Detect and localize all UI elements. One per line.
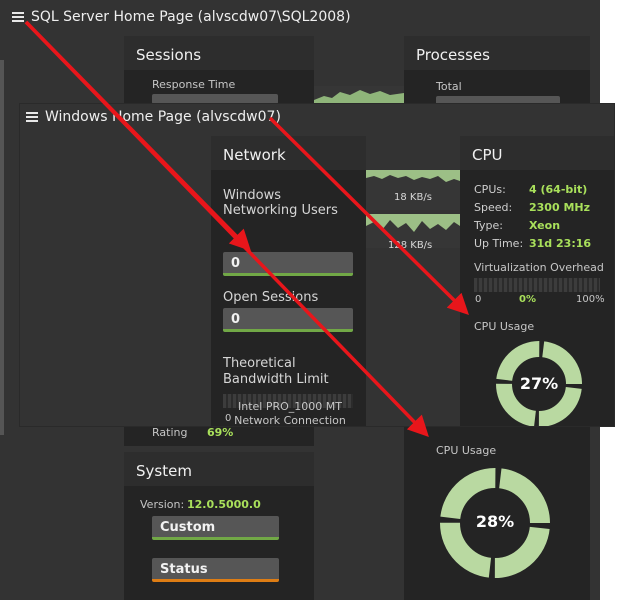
processes-title: Processes [404, 36, 590, 70]
open-sessions-value: 0 [231, 312, 241, 327]
response-time-bar [152, 94, 278, 104]
open-sessions-bar[interactable]: 0 [223, 308, 353, 332]
network-title: Network [211, 136, 366, 170]
networking-users-label: Windows Networking Users [223, 188, 338, 218]
uptime-value: 31d 23:16 [529, 237, 592, 250]
speed-label: Speed: [474, 201, 513, 214]
open-sessions-label: Open Sessions [223, 290, 319, 305]
windows-window-title-bar: Windows Home Page (alvscdw07) [26, 109, 281, 125]
custom-button-label: Custom [160, 520, 216, 535]
sql-window-title: SQL Server Home Page (alvscdw07\SQL2008) [31, 9, 351, 25]
cpu-type-row: Type: Xeon [474, 219, 560, 232]
processes-total-label: Total [436, 80, 462, 93]
type-value: Xeon [529, 219, 561, 232]
network-tile[interactable]: Network Windows Networking Users 0 Open … [211, 136, 366, 426]
virtualization-overhead-label: Virtualization Overhead [474, 261, 604, 274]
rating-value: 69% [207, 426, 234, 439]
left-edge-strip [0, 60, 4, 435]
virtualization-value: 0% [519, 294, 536, 305]
version-label: Version: [140, 498, 185, 511]
cpu-speed-row: Speed: 2300 MHz [474, 201, 590, 214]
cpu-uptime-row: Up Time: 31d 23:16 [474, 237, 591, 250]
rating-label: Rating [152, 426, 188, 439]
virtualization-min: 0 [475, 294, 482, 305]
network-sparkline-1-graph [366, 170, 460, 182]
menu-icon[interactable] [12, 12, 24, 22]
response-time-label: Response Time [152, 78, 236, 91]
cpu-usage-value: 27% [519, 374, 559, 393]
version-value: 12.0.5000.0 [187, 498, 261, 511]
windows-window-title: Windows Home Page (alvscdw07) [45, 109, 281, 125]
system-tile[interactable]: System Version: 12.0.5000.0 Custom Statu… [124, 452, 314, 600]
sql-sparkline-graph [314, 90, 404, 106]
cpus-value: 4 (64-bit) [529, 183, 588, 196]
cpu-title: CPU [460, 136, 614, 170]
sql-cpu-usage-tile[interactable]: CPU Usage 28% [404, 436, 590, 600]
network-adapter-name: Intel PRO_1000 MT Network Connection [234, 400, 346, 426]
status-button[interactable]: Status [152, 558, 279, 582]
network-sparkline-1 [366, 170, 460, 210]
menu-icon[interactable] [26, 112, 38, 122]
sql-window-title-bar: SQL Server Home Page (alvscdw07\SQL2008) [12, 9, 351, 25]
sql-sparkline [314, 86, 404, 106]
sql-cpu-usage-value: 28% [475, 512, 515, 531]
speed-value: 2300 MHz [529, 201, 590, 214]
system-title: System [124, 452, 314, 486]
cpu-count-row: CPUs: 4 (64-bit) [474, 183, 587, 196]
networking-users-value: 0 [231, 256, 241, 271]
cpu-tile[interactable]: CPU CPUs: 4 (64-bit) Speed: 2300 MHz Type:… [460, 136, 614, 426]
cpus-label: CPUs: [474, 183, 506, 196]
windows-window: Windows Home Page (alvscdw07) Network Wi… [20, 104, 614, 426]
network-speed-2: 128 KB/s [388, 240, 433, 251]
bandwidth-label: Theoretical Bandwidth Limit [223, 356, 329, 387]
sessions-title: Sessions [124, 36, 314, 70]
cpu-usage-label: CPU Usage [474, 320, 535, 333]
custom-button[interactable]: Custom [152, 516, 279, 540]
networking-users-bar[interactable]: 0 [223, 252, 353, 276]
virtualization-track [474, 278, 600, 292]
status-button-label: Status [160, 562, 208, 577]
uptime-label: Up Time: [474, 237, 524, 250]
network-speed-1: 18 KB/s [394, 192, 432, 203]
sql-cpu-usage-label: CPU Usage [436, 444, 497, 457]
type-label: Type: [474, 219, 503, 232]
virtualization-max: 100% [576, 294, 605, 305]
